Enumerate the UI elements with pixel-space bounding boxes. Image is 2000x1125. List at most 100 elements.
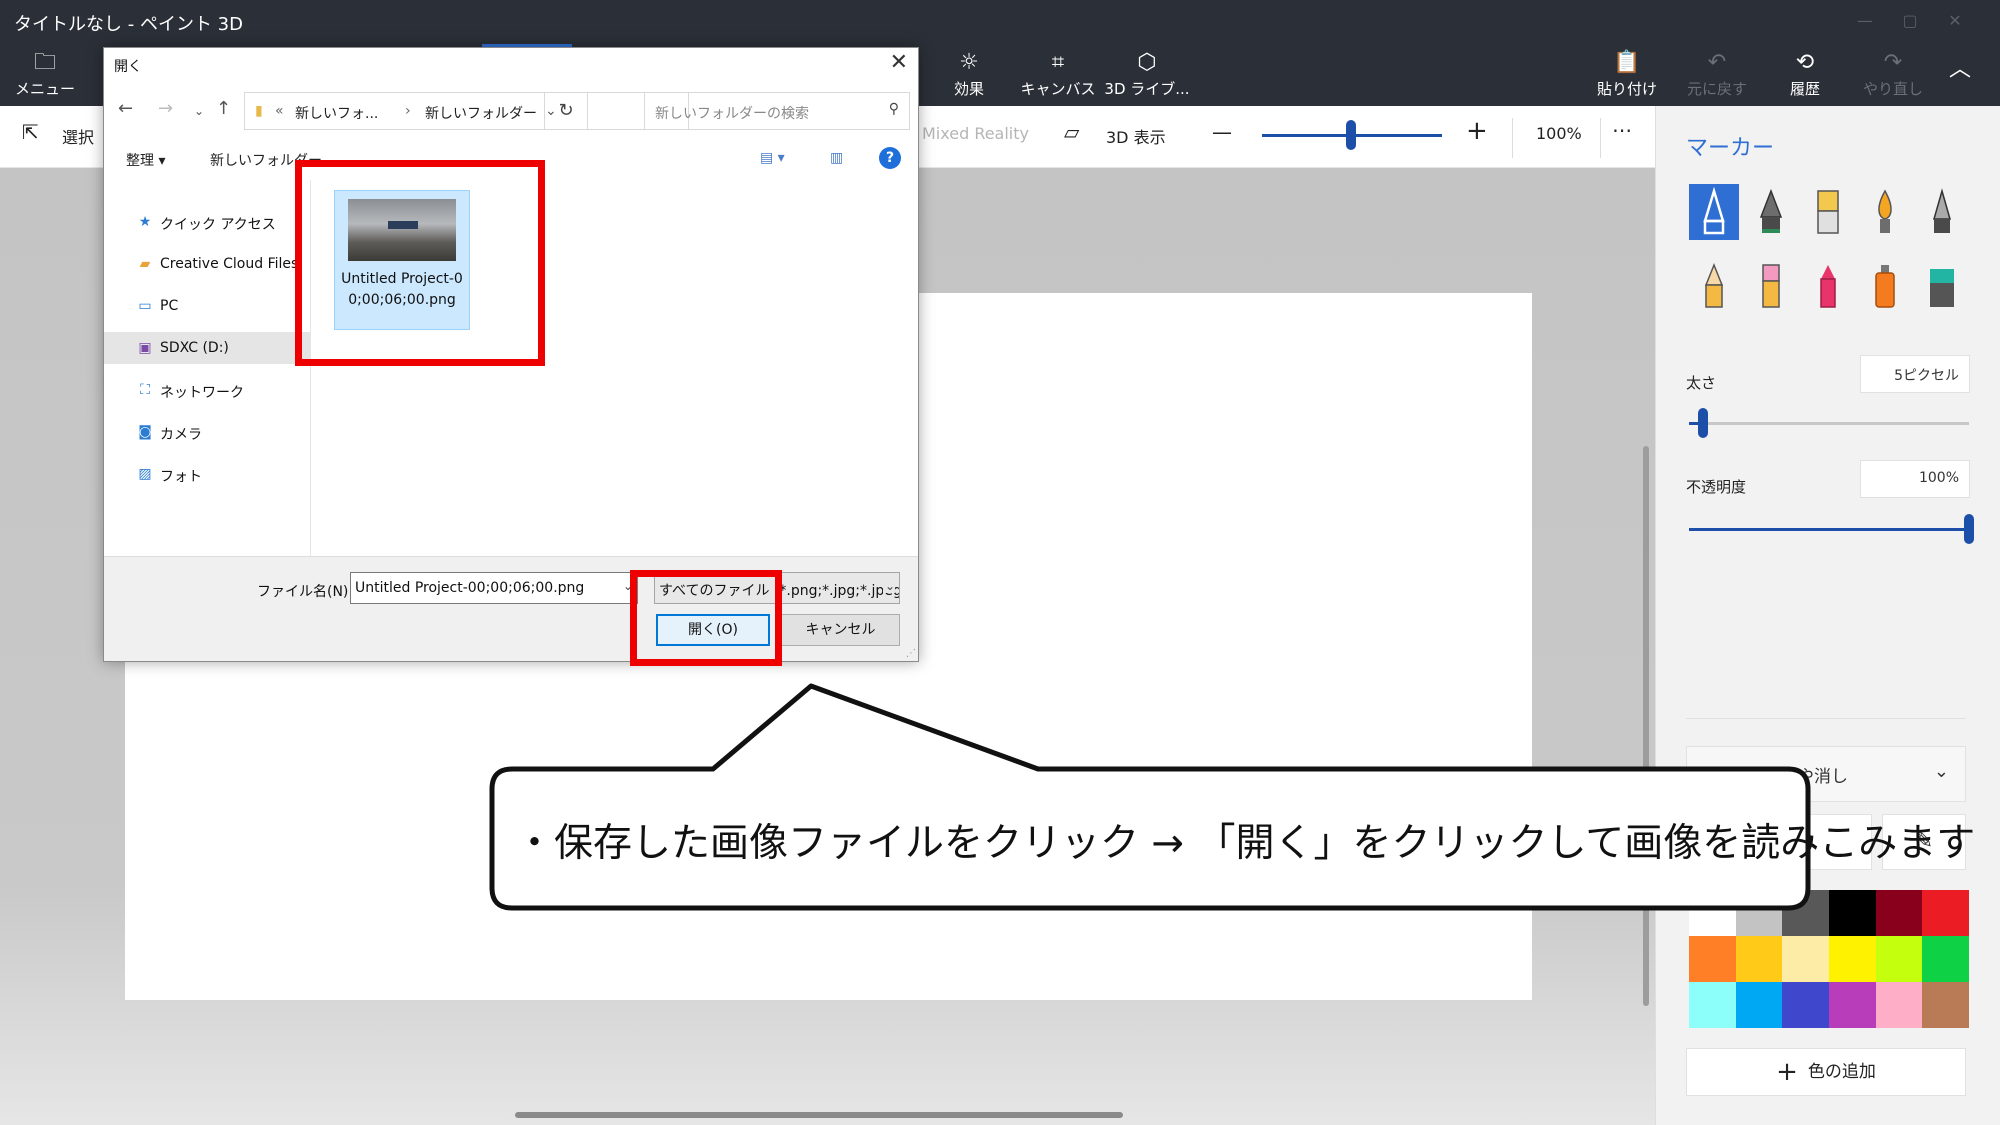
back-arrow-icon[interactable]: ← — [118, 98, 133, 119]
crop-icon: ⌗ — [1051, 50, 1065, 75]
nav-item-label: PC — [160, 298, 179, 314]
zoom-slider-thumb[interactable] — [1346, 120, 1356, 150]
pencil-icon[interactable] — [1689, 258, 1739, 314]
menu-button[interactable]: 🗀 メニュー — [0, 48, 90, 104]
thickness-slider-track[interactable] — [1689, 422, 1969, 425]
breadcrumb-segment[interactable]: 新しいフォルダー — [425, 103, 537, 123]
collapse-ribbon-button[interactable]: ︿ — [1925, 48, 1995, 104]
pixel-pen-icon[interactable] — [1917, 184, 1967, 240]
help-icon[interactable]: ? — [879, 147, 901, 169]
history-button[interactable]: ⟲ 履歴 — [1760, 48, 1850, 104]
color-swatch[interactable] — [1875, 936, 1923, 982]
view-options-icon[interactable]: ▤ ▾ — [760, 150, 785, 166]
chevron-down-icon[interactable]: ⌄ — [882, 579, 895, 593]
3d-view-label[interactable]: 3D 表示 — [1106, 124, 1166, 148]
preview-pane-icon[interactable]: ▥ — [830, 150, 843, 166]
color-swatch[interactable] — [1875, 982, 1923, 1028]
nav-item[interactable]: ⛶ ネットワーク — [104, 374, 311, 406]
effects-label: 効果 — [953, 80, 984, 98]
address-bar[interactable]: ▮ « 新しいフォ... › 新しいフォルダー ⌄ — [244, 92, 689, 130]
cancel-button[interactable]: キャンセル — [781, 614, 900, 646]
color-swatch[interactable] — [1829, 890, 1876, 936]
color-swatch[interactable] — [1689, 982, 1736, 1028]
opacity-slider-track[interactable] — [1689, 528, 1969, 531]
overflow-chevron-icon[interactable]: « — [275, 103, 284, 119]
3d-view-icon[interactable]: ▱ — [1064, 120, 1079, 144]
horizontal-scrollbar[interactable] — [515, 1112, 1123, 1118]
up-arrow-icon[interactable]: ↑ — [216, 98, 231, 119]
forward-arrow-icon[interactable]: → — [158, 98, 173, 119]
watercolor-icon[interactable] — [1860, 184, 1910, 240]
color-swatch[interactable] — [1922, 890, 1969, 936]
effects-button[interactable]: ☼ 効果 — [924, 48, 1014, 104]
crayon-icon[interactable] — [1803, 258, 1853, 314]
color-swatch[interactable] — [1875, 890, 1923, 936]
chevron-down-icon: ⌄ — [1933, 761, 1949, 782]
calligraphy-pen-icon[interactable] — [1746, 184, 1796, 240]
filename-input[interactable]: Untitled Project-00;00;06;00.png ⌄ — [350, 572, 638, 604]
sun-icon: ☼ — [959, 50, 979, 75]
nav-item-label: フォト — [160, 469, 202, 485]
close-window-icon[interactable]: ✕ — [1940, 8, 1970, 34]
search-input[interactable]: 新しいフォルダーの検索 ⚲ — [644, 92, 910, 130]
color-swatch[interactable] — [1829, 982, 1876, 1028]
thickness-input[interactable]: 5ピクセル — [1860, 355, 1970, 393]
organize-button[interactable]: 整理 ▾ — [126, 150, 165, 170]
opacity-slider-thumb[interactable] — [1964, 514, 1974, 544]
3d-library-label: 3D ライブ... — [1104, 80, 1190, 98]
navigation-pane: ★ クイック アクセス ▰ Creative Cloud Files ▭ PC ▣ SDXC … — [104, 180, 311, 556]
thickness-label: 太さ — [1686, 374, 1717, 392]
marker-brush-icon[interactable] — [1689, 184, 1739, 240]
color-swatch[interactable] — [1782, 982, 1829, 1028]
nav-item[interactable]: ▭ PC — [104, 290, 311, 322]
minimize-icon[interactable]: — — [1850, 8, 1880, 34]
3d-library-button[interactable]: ⬡ 3D ライブ... — [1102, 48, 1192, 104]
nav-item[interactable]: ▨ フォト — [104, 458, 311, 490]
color-swatch[interactable] — [1689, 936, 1736, 982]
color-swatch[interactable] — [1829, 936, 1876, 982]
refresh-icon[interactable]: ↻ — [544, 92, 588, 130]
close-icon[interactable]: ✕ — [890, 50, 908, 75]
breadcrumb-separator-icon: › — [405, 103, 411, 119]
color-swatch[interactable] — [1782, 936, 1829, 982]
color-swatch[interactable] — [1735, 982, 1783, 1028]
add-color-button[interactable]: + 色の追加 — [1686, 1048, 1966, 1096]
redo-label: やり直し — [1862, 80, 1923, 98]
color-swatch[interactable] — [1922, 936, 1969, 982]
resize-grip-icon[interactable]: ⋰ — [906, 648, 916, 659]
opacity-label: 不透明度 — [1686, 478, 1747, 496]
more-options-icon[interactable]: ⋯ — [1612, 118, 1632, 142]
color-swatch[interactable] — [1922, 982, 1969, 1028]
undo-button[interactable]: ↶ 元に戻す — [1672, 48, 1762, 104]
dialog-footer: ファイル名(N): Untitled Project-00;00;06;00.p… — [104, 556, 918, 661]
fill-bucket-icon[interactable] — [1917, 258, 1967, 314]
open-button-highlight-box — [630, 570, 782, 666]
oil-brush-icon[interactable] — [1803, 184, 1853, 240]
select-cursor-icon[interactable]: ⇱ — [22, 120, 39, 144]
mixed-reality-button[interactable]: Mixed Reality — [922, 124, 1029, 143]
color-swatch[interactable] — [1735, 936, 1783, 982]
select-label[interactable]: 選択 — [62, 124, 94, 148]
cloud-folder-icon: ▰ — [139, 256, 151, 272]
paste-button[interactable]: 📋 貼り付け — [1582, 48, 1672, 104]
opacity-input[interactable]: 100% — [1860, 460, 1970, 498]
zoom-out-icon[interactable]: — — [1212, 120, 1232, 144]
nav-item[interactable]: ★ クイック アクセス — [104, 206, 311, 238]
nav-item[interactable]: ▰ Creative Cloud Files — [104, 248, 311, 280]
filename-label: ファイル名(N): — [257, 584, 354, 600]
sd-card-icon: ▣ — [138, 340, 152, 356]
folder-icon: ▮ — [255, 103, 263, 119]
zoom-in-icon[interactable]: + — [1466, 116, 1488, 146]
nav-item[interactable]: ▣ SDXC (D:) — [104, 332, 311, 364]
eraser-icon[interactable] — [1746, 258, 1796, 314]
canvas-button[interactable]: ⌗ キャンバス — [1013, 48, 1103, 104]
undo-icon: ↶ — [1707, 50, 1727, 75]
nav-item[interactable]: ◙ カメラ — [104, 416, 311, 448]
breadcrumb-segment[interactable]: 新しいフォ... — [295, 103, 378, 123]
thickness-slider-thumb[interactable] — [1698, 408, 1708, 438]
zoom-value[interactable]: 100% — [1536, 124, 1582, 143]
cube-icon: ⬡ — [1137, 50, 1157, 75]
maximize-icon[interactable]: ▢ — [1895, 8, 1925, 34]
recent-locations-icon[interactable]: ⌄ — [194, 104, 204, 118]
spray-can-icon[interactable] — [1860, 258, 1910, 314]
